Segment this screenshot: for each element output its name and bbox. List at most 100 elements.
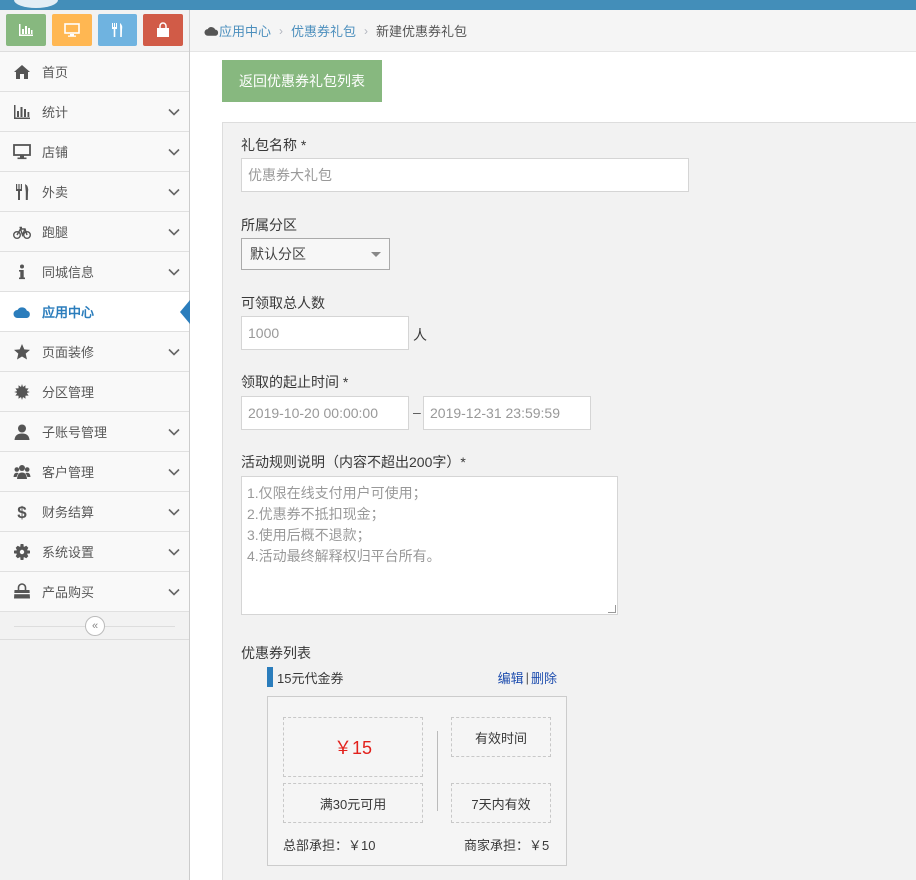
users-icon <box>12 463 32 481</box>
chevron-down-icon <box>168 268 180 276</box>
end-time-input[interactable]: 2019-12-31 23:59:59 <box>423 396 591 430</box>
shortcut-bag-button[interactable] <box>143 14 183 46</box>
sidebar-item[interactable]: 店铺 <box>0 132 189 172</box>
chevron-down-icon <box>168 548 180 556</box>
sidebar-item[interactable]: 客户管理 <box>0 452 189 492</box>
bar-chart-icon <box>18 24 33 36</box>
sidebar-item-label: 系统设置 <box>42 545 95 560</box>
expand-chevron[interactable] <box>159 462 189 482</box>
expand-chevron[interactable] <box>159 262 189 282</box>
coupon-condition: 满30元可用 <box>283 783 423 823</box>
cutlery-icon <box>12 183 32 201</box>
zone-select[interactable]: 默认分区 <box>241 238 390 270</box>
sidebar-item[interactable]: 系统设置 <box>0 532 189 572</box>
breadcrumb-current: 新建优惠券礼包 <box>376 24 468 39</box>
expand-chevron[interactable] <box>159 422 189 442</box>
rules-line: 2.优惠券不抵扣现金； <box>247 506 385 522</box>
breadcrumb-separator: › <box>279 23 284 38</box>
cutlery-icon <box>112 23 123 37</box>
user-icon <box>12 423 32 441</box>
sidebar-item-label: 跑腿 <box>42 225 69 240</box>
shopping-bag-icon <box>12 582 32 601</box>
time-separator: – <box>413 404 421 420</box>
rules-line: 1.仅限在线支付用户可使用； <box>247 485 427 501</box>
total-label: 可领取总人数 <box>241 295 325 311</box>
bar-chart-icon <box>12 103 32 121</box>
valid-time-title: 有效时间 <box>451 717 551 757</box>
shortcut-stats-button[interactable] <box>6 14 46 46</box>
chevron-down-icon <box>168 108 180 116</box>
svg-text:$: $ <box>17 503 27 521</box>
back-to-list-button[interactable]: 返回优惠券礼包列表 <box>222 60 382 102</box>
chevron-down-icon <box>168 228 180 236</box>
expand-chevron[interactable] <box>159 582 189 602</box>
shortcut-monitor-button[interactable] <box>51 14 92 46</box>
sidebar-item[interactable]: 同城信息 <box>0 252 189 292</box>
sidebar-item-label: 外卖 <box>42 185 69 200</box>
expand-chevron[interactable] <box>159 502 189 522</box>
breadcrumb-separator: › <box>364 23 369 38</box>
double-chevron-left-icon: « <box>91 620 99 632</box>
resize-handle[interactable] <box>608 605 616 613</box>
delete-coupon-link[interactable]: 删除 <box>531 668 557 687</box>
sidebar-item-label: 统计 <box>42 105 69 120</box>
collapse-sidebar-button[interactable]: « <box>85 616 105 636</box>
coupon-card: ￥15 满30元可用 有效时间 7天内有效 总部承担：￥10 商家承担：￥5 <box>267 696 567 866</box>
sidebar-item-label: 页面装修 <box>42 345 95 360</box>
home-icon <box>12 63 32 81</box>
chevron-down-icon <box>168 348 180 356</box>
edit-coupon-link[interactable]: 编辑 <box>498 668 524 687</box>
sidebar-item[interactable]: $ 财务结算 <box>0 492 189 532</box>
expand-chevron[interactable] <box>159 542 189 562</box>
coupon-marker <box>267 667 273 687</box>
chevron-down-icon <box>168 428 180 436</box>
gear-badge-icon <box>12 383 32 401</box>
expand-chevron[interactable] <box>159 102 189 122</box>
sidebar-item-label: 财务结算 <box>42 505 95 520</box>
start-time-input[interactable]: 2019-10-20 00:00:00 <box>241 396 409 430</box>
logo <box>14 0 58 8</box>
info-icon <box>12 263 32 281</box>
form-panel: 礼包名称 * 优惠券大礼包 所属分区 默认分区 可领取总人数 1000 人 领取… <box>222 122 916 880</box>
coupon-price: ￥15 <box>333 738 373 758</box>
zone-select-value: 默认分区 <box>250 246 306 262</box>
shortcut-food-button[interactable] <box>97 14 138 46</box>
chevron-down-icon <box>168 468 180 476</box>
sidebar-item-label: 产品购买 <box>42 585 95 600</box>
sidebar-item[interactable]: 统计 <box>0 92 189 132</box>
sidebar-item[interactable]: 分区管理 <box>0 372 189 412</box>
breadcrumb-link-coupon-pack[interactable]: 优惠券礼包 <box>291 21 356 40</box>
divider <box>437 731 438 811</box>
expand-chevron[interactable] <box>159 182 189 202</box>
chevron-down-icon <box>168 508 180 516</box>
name-label: 礼包名称 * <box>241 137 307 153</box>
expand-chevron[interactable] <box>159 342 189 362</box>
sidebar-item[interactable]: 跑腿 <box>0 212 189 252</box>
expand-chevron[interactable] <box>159 222 189 242</box>
coupon-list-item-header: 15元代金券 编辑 | 删除 <box>267 667 557 687</box>
link-separator: | <box>525 669 529 685</box>
rules-textarea[interactable]: 1.仅限在线支付用户可使用； 2.优惠券不抵扣现金； 3.使用后概不退款； 4.… <box>241 476 618 615</box>
sidebar-item[interactable]: 外卖 <box>0 172 189 212</box>
sidebar-item[interactable]: 应用中心 <box>0 292 190 332</box>
shortcut-bar <box>0 10 189 52</box>
sidebar-item[interactable]: 首页 <box>0 52 189 92</box>
chevron-down-icon <box>168 188 180 196</box>
coupon-price-box: ￥15 <box>283 717 423 777</box>
star-icon <box>12 343 32 361</box>
pack-name-input[interactable]: 优惠券大礼包 <box>241 158 689 192</box>
shopping-bag-icon <box>157 22 170 37</box>
breadcrumb-link-app-center[interactable]: 应用中心 <box>219 21 271 40</box>
hq-share: 总部承担：￥10 <box>283 838 376 853</box>
sidebar-item[interactable]: 子账号管理 <box>0 412 189 452</box>
expand-chevron[interactable] <box>159 142 189 162</box>
sidebar-collapse-row: « <box>0 612 189 640</box>
rules-line: 4.活动最终解释权归平台所有。 <box>247 548 441 564</box>
monitor-icon <box>63 23 80 37</box>
sidebar-item[interactable]: 产品购买 <box>0 572 189 612</box>
coupon-name: 15元代金券 <box>277 670 344 686</box>
sidebar-item[interactable]: 页面装修 <box>0 332 189 372</box>
total-count-input[interactable]: 1000 <box>241 316 409 350</box>
sidebar-item-label: 同城信息 <box>42 265 95 280</box>
cog-icon <box>12 543 32 561</box>
